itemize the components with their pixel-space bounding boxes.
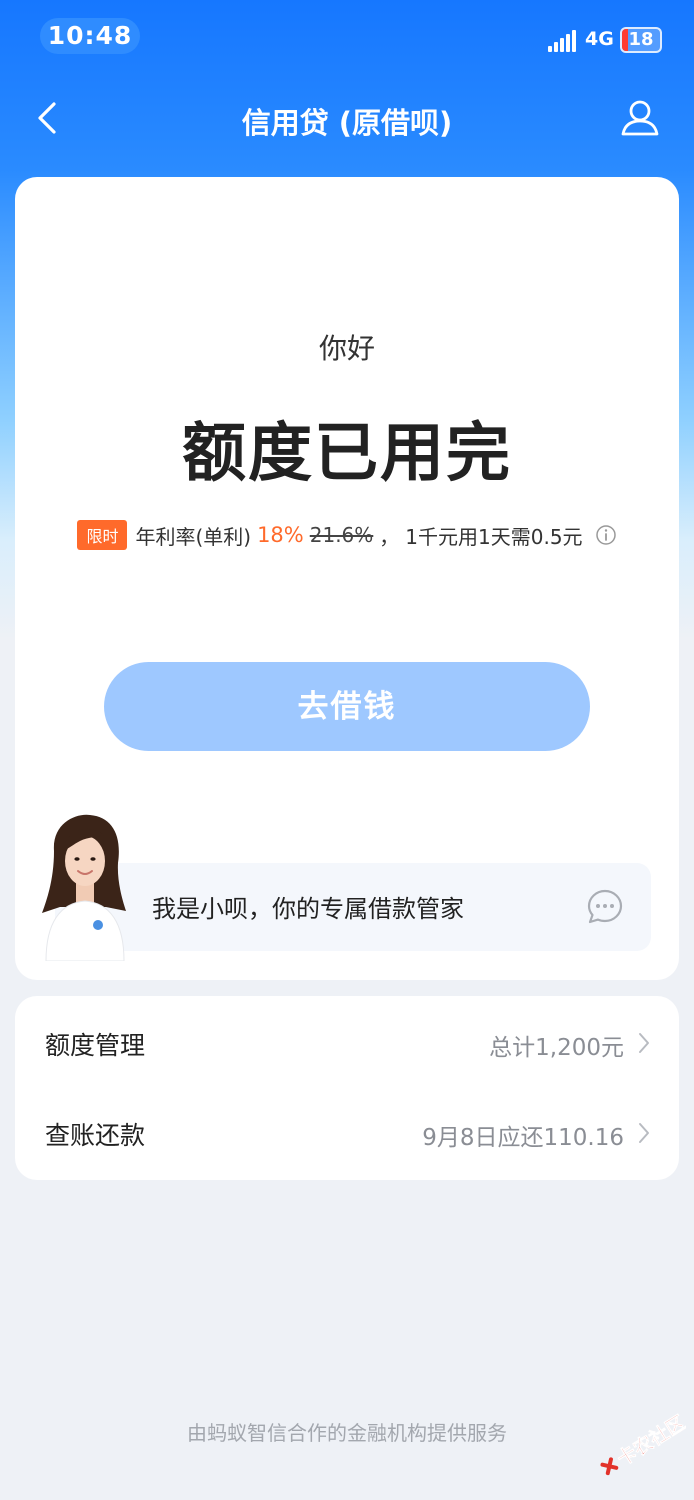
current-rate: 18% bbox=[257, 523, 304, 547]
svg-text:卡农社区: 卡农社区 bbox=[613, 1411, 686, 1471]
list-item-bill-repayment[interactable]: 查账还款 9月8日应还110.16 bbox=[15, 1086, 679, 1178]
list-item-credit-management[interactable]: 额度管理 总计1,200元 bbox=[15, 996, 679, 1088]
navigation-bar: 信用贷 (原借呗) bbox=[0, 86, 694, 150]
limited-time-badge: 限时 bbox=[77, 520, 128, 550]
row-value: 9月8日应还110.16 bbox=[422, 1125, 624, 1151]
credit-card-panel: 你好 额度已用完 限时 年利率(单利) 18% 21.6% ， 1千元用1天需0… bbox=[15, 177, 679, 980]
account-actions-card: 额度管理 总计1,200元 查账还款 9月8日应还110.16 bbox=[15, 996, 679, 1180]
rate-label: 年利率(单利) bbox=[135, 524, 252, 549]
battery-icon: 18 bbox=[620, 27, 662, 53]
daily-cost-text: 1千元用1天需0.5元 bbox=[405, 524, 583, 549]
original-rate: 21.6% bbox=[309, 523, 374, 547]
borrow-button[interactable]: 去借钱 bbox=[104, 662, 590, 751]
row-label: 额度管理 bbox=[45, 1031, 146, 1060]
chevron-right-icon bbox=[639, 1033, 649, 1053]
chevron-right-icon bbox=[639, 1123, 649, 1143]
rate-separator: ， bbox=[379, 524, 400, 549]
assistant-text: 我是小呗，你的专属借款管家 bbox=[152, 895, 464, 923]
row-label: 查账还款 bbox=[45, 1121, 146, 1150]
interest-rate-line: 限时 年利率(单利) 18% 21.6% ， 1千元用1天需0.5元 bbox=[15, 520, 679, 550]
assistant-avatar bbox=[42, 814, 126, 961]
chat-bubble-icon[interactable] bbox=[585, 887, 625, 927]
assistant-banner[interactable]: 我是小呗，你的专属借款管家 bbox=[55, 863, 651, 951]
row-value: 总计1,200元 bbox=[489, 1035, 624, 1061]
status-time: 10:48 bbox=[40, 18, 140, 54]
battery-level: 18 bbox=[628, 29, 654, 50]
network-label: 4G bbox=[585, 28, 614, 50]
watermark-logo: 卡农社区 bbox=[600, 1411, 686, 1476]
greeting-text: 你好 bbox=[318, 332, 375, 365]
info-icon[interactable] bbox=[595, 524, 617, 546]
page-title: 信用贷 (原借呗) bbox=[241, 106, 453, 140]
signal-icon bbox=[548, 30, 576, 52]
status-bar: 10:48 4G 18 bbox=[0, 0, 694, 76]
user-icon[interactable] bbox=[618, 96, 662, 140]
credit-status-headline: 额度已用完 bbox=[182, 417, 512, 491]
